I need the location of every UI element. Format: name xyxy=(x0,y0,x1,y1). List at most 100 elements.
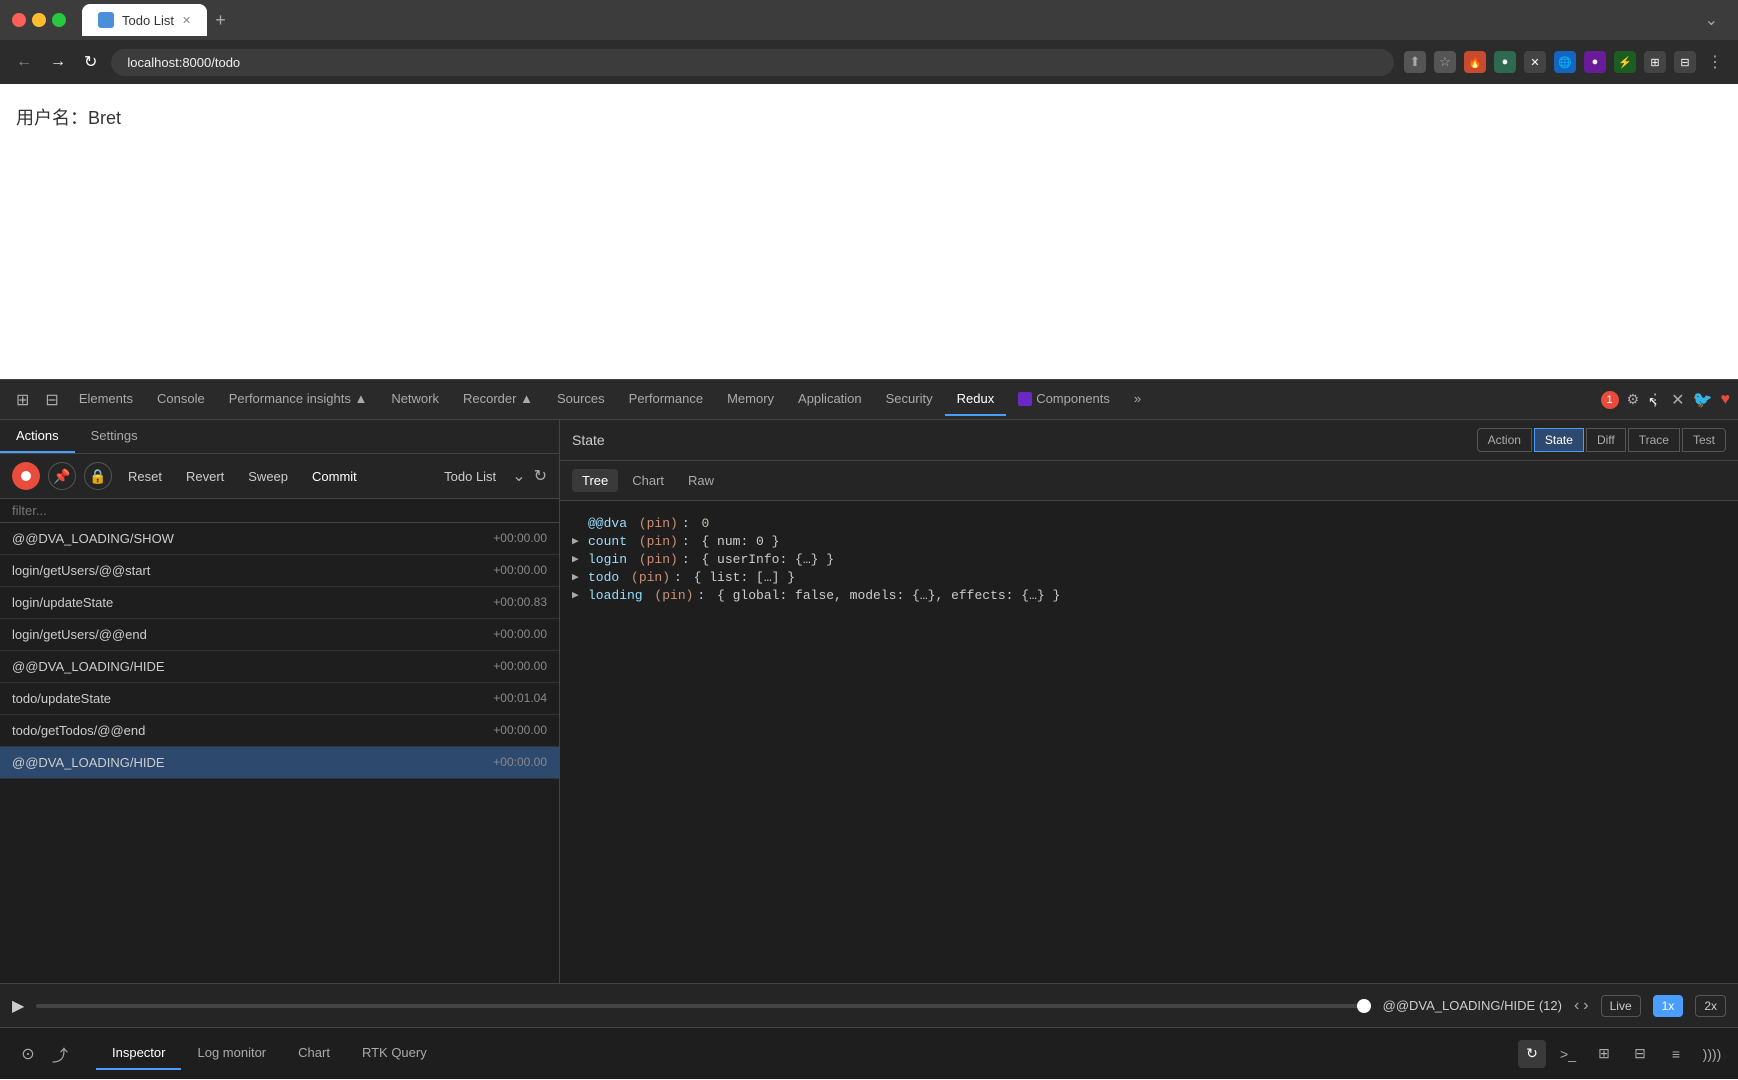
action-item-selected[interactable]: @@DVA_LOADING/HIDE +00:00.00 xyxy=(0,747,559,779)
devtools-tab-memory[interactable]: Memory xyxy=(715,383,786,416)
record-button[interactable] xyxy=(12,462,40,490)
devtools-tab-redux[interactable]: Redux xyxy=(945,383,1007,416)
rtk-query-tab[interactable]: RTK Query xyxy=(346,1037,443,1070)
action-item[interactable]: todo/updateState +00:01.04 xyxy=(0,683,559,715)
timeline-next-button[interactable]: › xyxy=(1583,997,1588,1015)
toolbar-chevron-icon[interactable]: ⌄ xyxy=(512,466,525,486)
devtools-tab-console[interactable]: Console xyxy=(145,383,217,416)
devtools-tab-performance[interactable]: Performance xyxy=(617,383,715,416)
terminal-icon-btn[interactable]: >_ xyxy=(1554,1040,1582,1068)
devtools-tab-network[interactable]: Network xyxy=(379,383,451,416)
devtools-dock-toggle[interactable]: ⊟ xyxy=(37,386,66,414)
tab-more-button[interactable]: ⌄ xyxy=(1705,10,1718,30)
new-tab-button[interactable]: + xyxy=(215,10,226,31)
action-item[interactable]: todo/getTodos/@@end +00:00.00 xyxy=(0,715,559,747)
filter-input[interactable] xyxy=(12,503,547,518)
devtools-tab-elements[interactable]: Elements xyxy=(67,383,145,416)
raw-tab[interactable]: Raw xyxy=(678,469,724,492)
close-traffic-light[interactable] xyxy=(12,13,26,27)
live-button[interactable]: Live xyxy=(1601,995,1641,1017)
tab-title: Todo List xyxy=(122,13,174,28)
bottom-right-icons: ↻ >_ ⊞ ⊟ ≡ )))) xyxy=(1518,1040,1726,1068)
devtools-tab-more[interactable]: » xyxy=(1122,383,1153,416)
action-item[interactable]: @@DVA_LOADING/SHOW +00:00.00 xyxy=(0,523,559,555)
expand-icon[interactable]: ▶ xyxy=(572,552,584,566)
chart-tab[interactable]: Chart xyxy=(622,469,674,492)
extension-icon-6[interactable]: ⚡ xyxy=(1614,51,1636,73)
inspector-tab[interactable]: Inspector xyxy=(96,1037,181,1070)
extension-icon-2[interactable]: ● xyxy=(1494,51,1516,73)
forward-button[interactable]: → xyxy=(46,49,70,75)
timeline-scrubber[interactable] xyxy=(1357,999,1371,1013)
speed-1x-button[interactable]: 1x xyxy=(1653,995,1684,1017)
devtools-tab-application[interactable]: Application xyxy=(786,383,874,416)
speed-2x-button[interactable]: 2x xyxy=(1695,995,1726,1017)
state-tree-line: @@dva (pin) : 0 xyxy=(572,516,1726,531)
bottom-tabs: Inspector Log monitor Chart RTK Query xyxy=(96,1037,443,1070)
wifi-icon-btn[interactable]: )))) xyxy=(1698,1040,1726,1068)
log-monitor-tab[interactable]: Log monitor xyxy=(181,1037,282,1070)
timeline-track[interactable] xyxy=(36,1004,1370,1008)
timeline-prev-button[interactable]: ‹ xyxy=(1574,997,1579,1015)
devtools-tab-components[interactable]: Components xyxy=(1006,383,1122,416)
table-icon-btn[interactable]: ⊟ xyxy=(1626,1040,1654,1068)
diff-view-btn[interactable]: Diff xyxy=(1586,428,1626,452)
refresh-icon-btn[interactable]: ↻ xyxy=(1518,1040,1546,1068)
state-view-btn[interactable]: State xyxy=(1534,428,1584,452)
extension-icon-4[interactable]: 🌐 xyxy=(1554,51,1576,73)
extension-icon-5[interactable]: ● xyxy=(1584,51,1606,73)
page-content: 用户名：Bret xyxy=(0,84,1738,379)
extension-icon-1[interactable]: 🔥 xyxy=(1464,51,1486,73)
sweep-button[interactable]: Sweep xyxy=(240,465,296,488)
filter-section xyxy=(0,499,559,523)
more-button[interactable]: ⋮ xyxy=(1704,51,1726,73)
devtools-tab-recorder[interactable]: Recorder ▲ xyxy=(451,383,545,416)
extension-icon-8[interactable]: ⊟ xyxy=(1674,51,1696,73)
record-tool-button[interactable]: ⊙ xyxy=(12,1038,44,1070)
action-item[interactable]: login/getUsers/@@start +00:00.00 xyxy=(0,555,559,587)
devtools-close-icon[interactable]: ✕ xyxy=(1671,390,1684,410)
export-tool-button[interactable]: ⤴ xyxy=(44,1038,76,1070)
actions-tab[interactable]: Actions xyxy=(0,420,75,453)
settings-tab[interactable]: Settings xyxy=(75,420,154,453)
list-icon-btn[interactable]: ≡ xyxy=(1662,1040,1690,1068)
action-item[interactable]: @@DVA_LOADING/HIDE +00:00.00 xyxy=(0,651,559,683)
chart-tab-bottom[interactable]: Chart xyxy=(282,1037,346,1070)
url-input[interactable]: localhost:8000/todo xyxy=(111,49,1394,76)
tree-tab[interactable]: Tree xyxy=(572,469,618,492)
revert-button[interactable]: Revert xyxy=(178,465,232,488)
toolbar-refresh-icon[interactable]: ↻ xyxy=(534,466,547,486)
test-view-btn[interactable]: Test xyxy=(1682,428,1726,452)
action-time: +00:00.00 xyxy=(493,755,547,770)
trace-view-btn[interactable]: Trace xyxy=(1628,428,1680,452)
expand-icon[interactable]: ▶ xyxy=(572,588,584,602)
devtools-settings-icon[interactable]: ⚙ xyxy=(1627,391,1640,408)
lock-button[interactable]: 🔒 xyxy=(84,462,112,490)
play-button[interactable]: ▶ xyxy=(12,996,24,1016)
back-button[interactable]: ← xyxy=(12,49,36,75)
reset-button[interactable]: Reset xyxy=(120,465,170,488)
action-view-btn[interactable]: Action xyxy=(1477,428,1532,452)
action-item[interactable]: login/getUsers/@@end +00:00.00 xyxy=(0,619,559,651)
refresh-button[interactable]: ↻ xyxy=(80,48,101,76)
pin-button[interactable]: 📌 xyxy=(48,462,76,490)
devtools-panel-toggle[interactable]: ⊞ xyxy=(8,386,37,414)
extension-icon-3[interactable]: ✕ xyxy=(1524,51,1546,73)
tab-close-button[interactable]: ✕ xyxy=(182,14,191,27)
expand-icon[interactable]: ▶ xyxy=(572,534,584,548)
grid-icon-btn[interactable]: ⊞ xyxy=(1590,1040,1618,1068)
actions-sub-tabs: Actions Settings xyxy=(0,420,559,454)
extension-icon-7[interactable]: ⊞ xyxy=(1644,51,1666,73)
devtools-tab-security[interactable]: Security xyxy=(874,383,945,416)
commit-button[interactable]: Commit xyxy=(304,465,365,488)
expand-icon[interactable]: ▶ xyxy=(572,570,584,584)
bookmark-icon[interactable]: ☆ xyxy=(1434,51,1456,73)
action-time: +00:00.00 xyxy=(493,659,547,674)
active-tab[interactable]: Todo List ✕ xyxy=(82,4,207,36)
maximize-traffic-light[interactable] xyxy=(52,13,66,27)
devtools-tab-sources[interactable]: Sources xyxy=(545,383,617,416)
action-item[interactable]: login/updateState +00:00.83 xyxy=(0,587,559,619)
minimize-traffic-light[interactable] xyxy=(32,13,46,27)
devtools-tab-performance-insights[interactable]: Performance insights ▲ xyxy=(217,383,380,416)
share-icon[interactable]: ⬆ xyxy=(1404,51,1426,73)
